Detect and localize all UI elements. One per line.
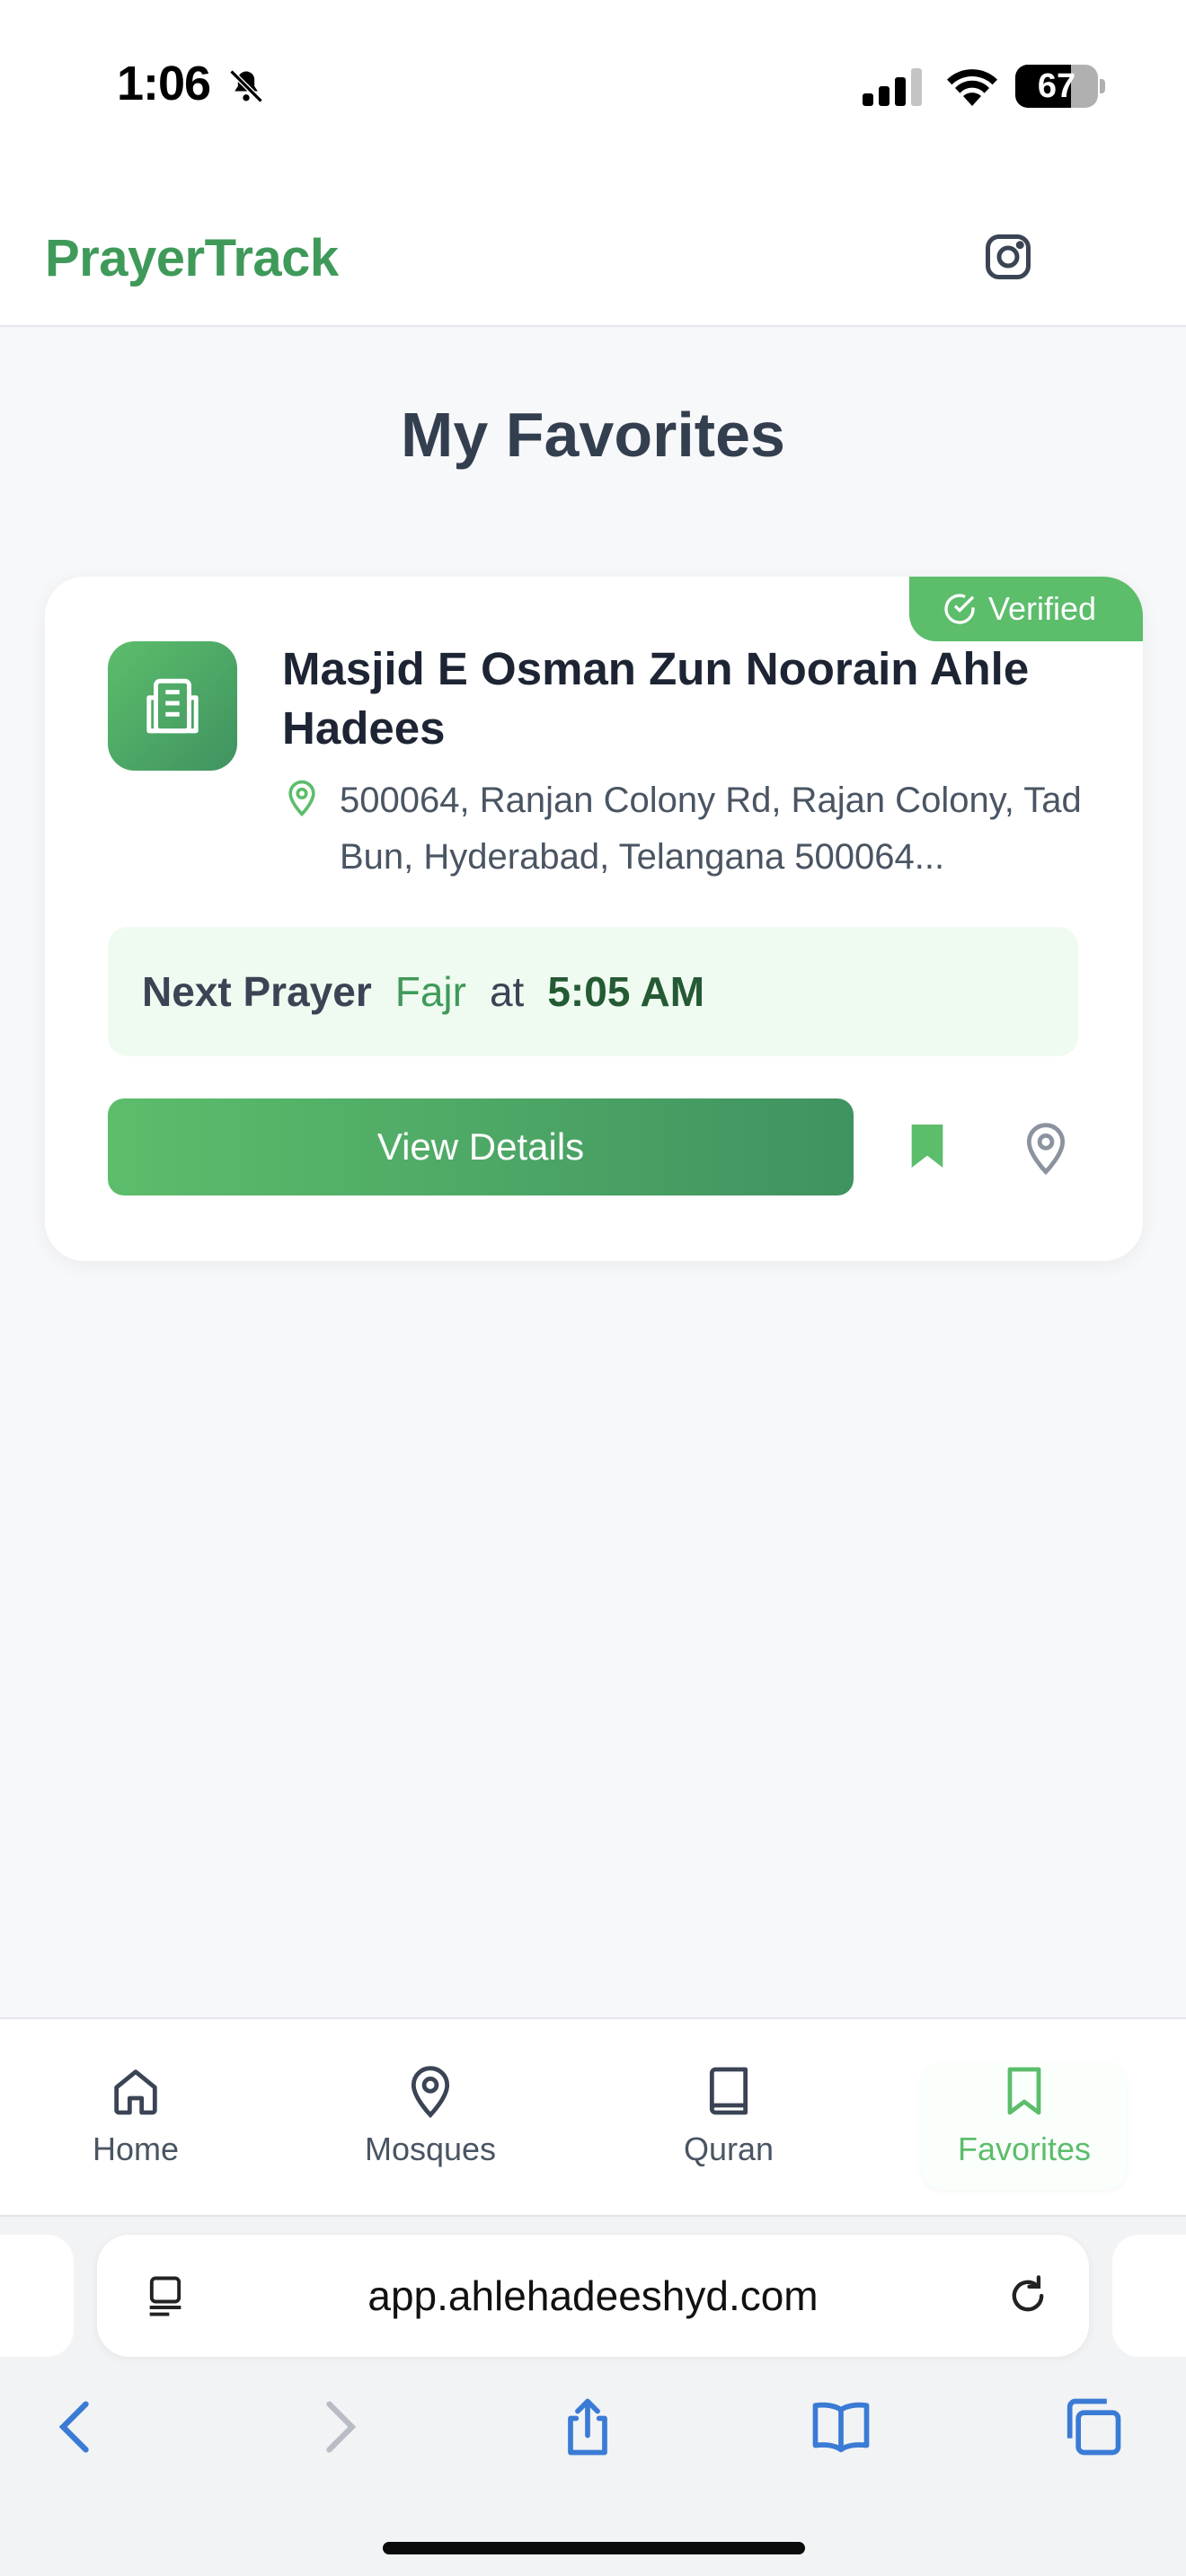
map-pin-icon <box>411 2066 450 2119</box>
nav-home-label: Home <box>92 2130 180 2167</box>
home-indicator[interactable] <box>383 2542 805 2554</box>
location-pin-icon <box>288 780 315 816</box>
reload-icon[interactable] <box>1005 2272 1051 2319</box>
status-time: 1:06 <box>117 57 211 110</box>
browser-toolbar: app.ahlehadeeshyd.com <box>0 2215 1186 2576</box>
verified-badge: Verified <box>909 577 1143 641</box>
favorite-mosque-card[interactable]: Verified Masjid E Osman Zun Noorain Ahle… <box>45 577 1143 1261</box>
verified-label: Verified <box>988 590 1097 627</box>
back-icon[interactable] <box>43 2393 111 2461</box>
map-pin-icon[interactable] <box>1017 1119 1075 1177</box>
nav-mosques-label: Mosques <box>364 2130 497 2167</box>
nav-mosques[interactable]: Mosques <box>327 2062 534 2190</box>
next-prayer-at: at <box>489 968 525 1015</box>
next-tab-preview[interactable] <box>1112 2235 1186 2357</box>
bookmark-icon <box>1007 2067 1041 2115</box>
home-icon <box>114 2069 157 2115</box>
mosque-building-icon <box>108 641 237 771</box>
nav-quran[interactable]: Quran <box>625 2062 832 2190</box>
instagram-icon[interactable] <box>981 230 1035 284</box>
wifi-icon <box>947 69 997 106</box>
forward-icon[interactable] <box>304 2393 372 2461</box>
bookmarks-icon[interactable] <box>807 2393 875 2461</box>
nav-quran-label: Quran <box>683 2130 774 2167</box>
book-icon <box>709 2067 748 2115</box>
tabs-icon[interactable] <box>1058 2393 1127 2461</box>
page-title: My Favorites <box>401 400 785 470</box>
previous-tab-preview[interactable] <box>0 2235 74 2357</box>
cellular-signal-icon <box>863 68 922 106</box>
next-prayer-name: Fajr <box>394 968 466 1015</box>
address-bar[interactable]: app.ahlehadeeshyd.com <box>97 2235 1089 2357</box>
nav-favorites-label: Favorites <box>957 2130 1092 2167</box>
mosque-name[interactable]: Masjid E Osman Zun Noorain Ahle Hadees <box>282 640 1091 758</box>
url-text[interactable]: app.ahlehadeeshyd.com <box>97 2235 1089 2357</box>
status-bar: 1:06 67 <box>0 0 1186 180</box>
bookmark-filled-icon[interactable] <box>898 1117 956 1175</box>
nav-favorites[interactable]: Favorites <box>922 2062 1127 2190</box>
nav-home[interactable]: Home <box>32 2062 239 2190</box>
bottom-navigation: Home Mosques Quran Favorites <box>0 2017 1186 2215</box>
mosque-address: 500064, Ranjan Colony Rd, Rajan Colony, … <box>340 781 1082 877</box>
next-prayer-banner: Next Prayer Fajr at 5:05 AM <box>108 927 1078 1056</box>
reader-mode-icon[interactable] <box>142 2272 189 2319</box>
share-icon[interactable] <box>553 2393 622 2461</box>
next-prayer-label: Next Prayer <box>142 968 372 1015</box>
battery-indicator: 67 <box>1015 65 1105 108</box>
battery-percent: 67 <box>1037 67 1076 105</box>
check-circle-icon <box>944 594 975 624</box>
brand-logo[interactable]: PrayerTrack <box>45 228 339 288</box>
next-prayer-time: 5:05 AM <box>547 968 705 1015</box>
view-details-button[interactable]: View Details <box>108 1098 854 1195</box>
app-header: PrayerTrack <box>0 180 1186 327</box>
bell-muted-icon <box>229 69 263 103</box>
